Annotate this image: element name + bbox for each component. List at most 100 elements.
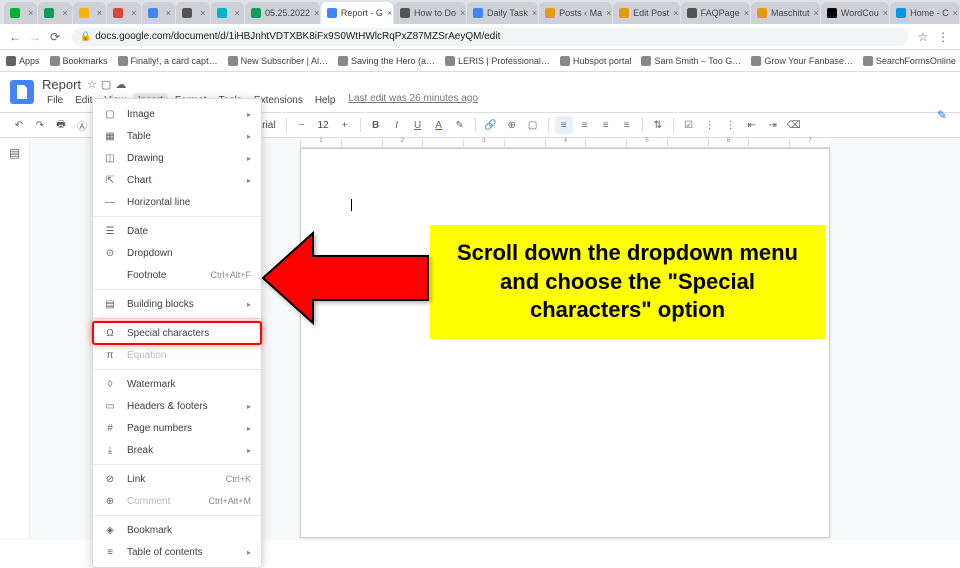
menu-item-footnote[interactable]: FootnoteCtrl+Alt+F (93, 264, 261, 286)
reload-button[interactable]: ⟳ (46, 28, 64, 46)
close-icon[interactable]: × (166, 8, 171, 18)
link-button[interactable]: 🔗 (482, 116, 500, 134)
menu-item-watermark[interactable]: ◊Watermark (93, 373, 261, 395)
decrease-font-button[interactable]: − (293, 116, 311, 134)
clear-format-button[interactable]: ⌫ (785, 116, 803, 134)
align-justify-button[interactable]: ≡ (618, 116, 636, 134)
bookmark-item[interactable]: Sam Smith – Too G… (641, 56, 741, 66)
browser-tab[interactable]: 05.25.2022× (245, 2, 320, 24)
bookmark-item[interactable]: SearchFormsOnline (863, 56, 956, 66)
document-page[interactable] (300, 148, 830, 538)
close-icon[interactable]: × (97, 8, 102, 18)
close-icon[interactable]: × (532, 8, 537, 18)
line-spacing-button[interactable]: ⇅ (649, 116, 667, 134)
italic-button[interactable]: I (388, 116, 406, 134)
close-icon[interactable]: × (814, 8, 819, 18)
browser-tab[interactable]: Daily Task× (467, 2, 538, 24)
browser-tab[interactable]: Posts ‹ Ma× (539, 2, 612, 24)
menu-item-horizontal-line[interactable]: —Horizontal line (93, 191, 261, 213)
browser-tab[interactable]: × (4, 2, 37, 24)
menu-item-table[interactable]: ▦Table▸ (93, 125, 261, 147)
bookmark-item[interactable]: New Subscriber | Al… (228, 56, 328, 66)
docs-logo-icon[interactable] (10, 80, 34, 104)
bullet-list-button[interactable]: ⋮ (701, 116, 719, 134)
move-icon[interactable]: ▢ (101, 78, 111, 91)
close-icon[interactable]: × (883, 8, 888, 18)
menu-item-special-characters[interactable]: ΩSpecial characters (93, 322, 261, 344)
align-right-button[interactable]: ≡ (597, 116, 615, 134)
bookmark-item[interactable]: Hubspot portal (560, 56, 632, 66)
browser-tab[interactable]: FAQPage× (681, 2, 750, 24)
browser-tab[interactable]: How to Do× (394, 2, 466, 24)
bookmark-item[interactable]: Saving the Hero (a… (338, 56, 435, 66)
cloud-icon[interactable]: ☁ (115, 78, 126, 91)
menu-item-link[interactable]: ⊘LinkCtrl+K (93, 468, 261, 490)
menu-item-headers-footers[interactable]: ▭Headers & footers▸ (93, 395, 261, 417)
close-icon[interactable]: × (606, 8, 611, 18)
menu-item-table-of-contents[interactable]: ≡Table of contents▸ (93, 541, 261, 563)
print-button[interactable]: 🖶 (52, 116, 70, 134)
close-icon[interactable]: × (387, 8, 392, 18)
spellcheck-button[interactable]: Ⓐ (73, 116, 91, 134)
menu-help[interactable]: Help (310, 93, 341, 108)
browser-tab[interactable]: × (107, 2, 140, 24)
star-icon[interactable]: ☆ (87, 78, 97, 91)
decrease-indent-button[interactable]: ⇤ (743, 116, 761, 134)
close-icon[interactable]: × (673, 8, 678, 18)
apps-button[interactable]: Apps (6, 56, 40, 66)
browser-tab[interactable]: Report - G× (321, 2, 393, 24)
editing-mode-button[interactable]: ✎ (932, 105, 952, 125)
increase-indent-button[interactable]: ⇥ (764, 116, 782, 134)
text-color-button[interactable]: A (430, 116, 448, 134)
close-icon[interactable]: × (953, 8, 958, 18)
underline-button[interactable]: U (409, 116, 427, 134)
menu-item-chart[interactable]: ⇱Chart▸ (93, 169, 261, 191)
bookmark-item[interactable]: LERIS | Professional… (445, 56, 550, 66)
menu-item-date[interactable]: ☰Date (93, 220, 261, 242)
close-icon[interactable]: × (28, 8, 33, 18)
url-input[interactable]: 🔒 docs.google.com/document/d/1iHBJnhtVDT… (72, 28, 908, 46)
browser-tab[interactable]: Maschitut× (751, 2, 820, 24)
number-list-button[interactable]: ⋮ (722, 116, 740, 134)
menu-item-drawing[interactable]: ◫Drawing▸ (93, 147, 261, 169)
star-button[interactable]: ☆ (914, 28, 932, 46)
image-button[interactable]: ▢ (524, 116, 542, 134)
close-icon[interactable]: × (200, 8, 205, 18)
browser-tab[interactable]: × (142, 2, 175, 24)
undo-button[interactable]: ↶ (10, 116, 28, 134)
menu-button[interactable]: ⋮ (934, 28, 952, 46)
bookmark-item[interactable]: Finally!, a card capt… (118, 56, 218, 66)
close-icon[interactable]: × (744, 8, 749, 18)
checklist-button[interactable]: ☑ (680, 116, 698, 134)
outline-toggle-icon[interactable]: ▤ (5, 146, 25, 166)
menu-file[interactable]: File (42, 93, 68, 108)
browser-tab[interactable]: WordCou× (821, 2, 889, 24)
redo-button[interactable]: ↷ (31, 116, 49, 134)
bookmark-item[interactable]: Grow Your Fanbase… (751, 56, 853, 66)
document-title[interactable]: Report (42, 77, 81, 92)
last-edit-link[interactable]: Last edit was 26 minutes ago (348, 93, 478, 108)
browser-tab[interactable]: × (73, 2, 106, 24)
align-center-button[interactable]: ≡ (576, 116, 594, 134)
menu-item-image[interactable]: ▢Image▸ (93, 103, 261, 125)
bold-button[interactable]: B (367, 116, 385, 134)
font-size-input[interactable]: 12 (314, 120, 333, 131)
close-icon[interactable]: × (235, 8, 240, 18)
menu-item-break[interactable]: ⤓Break▸ (93, 439, 261, 461)
menu-item-dropdown[interactable]: ⊙Dropdown (93, 242, 261, 264)
bookmark-item[interactable]: Bookmarks (50, 56, 108, 66)
close-icon[interactable]: × (62, 8, 67, 18)
browser-tab[interactable]: Home - C× (890, 2, 959, 24)
menu-item-bookmark[interactable]: ◈Bookmark (93, 519, 261, 541)
back-button[interactable]: ← (6, 28, 24, 46)
comment-button[interactable]: ⊕ (503, 116, 521, 134)
close-icon[interactable]: × (314, 8, 319, 18)
browser-tab[interactable]: × (211, 2, 244, 24)
highlight-button[interactable]: ✎ (451, 116, 469, 134)
menu-item-page-numbers[interactable]: #Page numbers▸ (93, 417, 261, 439)
close-icon[interactable]: × (460, 8, 465, 18)
align-left-button[interactable]: ≡ (555, 116, 573, 134)
close-icon[interactable]: × (131, 8, 136, 18)
increase-font-button[interactable]: + (336, 116, 354, 134)
browser-tab[interactable]: × (176, 2, 209, 24)
